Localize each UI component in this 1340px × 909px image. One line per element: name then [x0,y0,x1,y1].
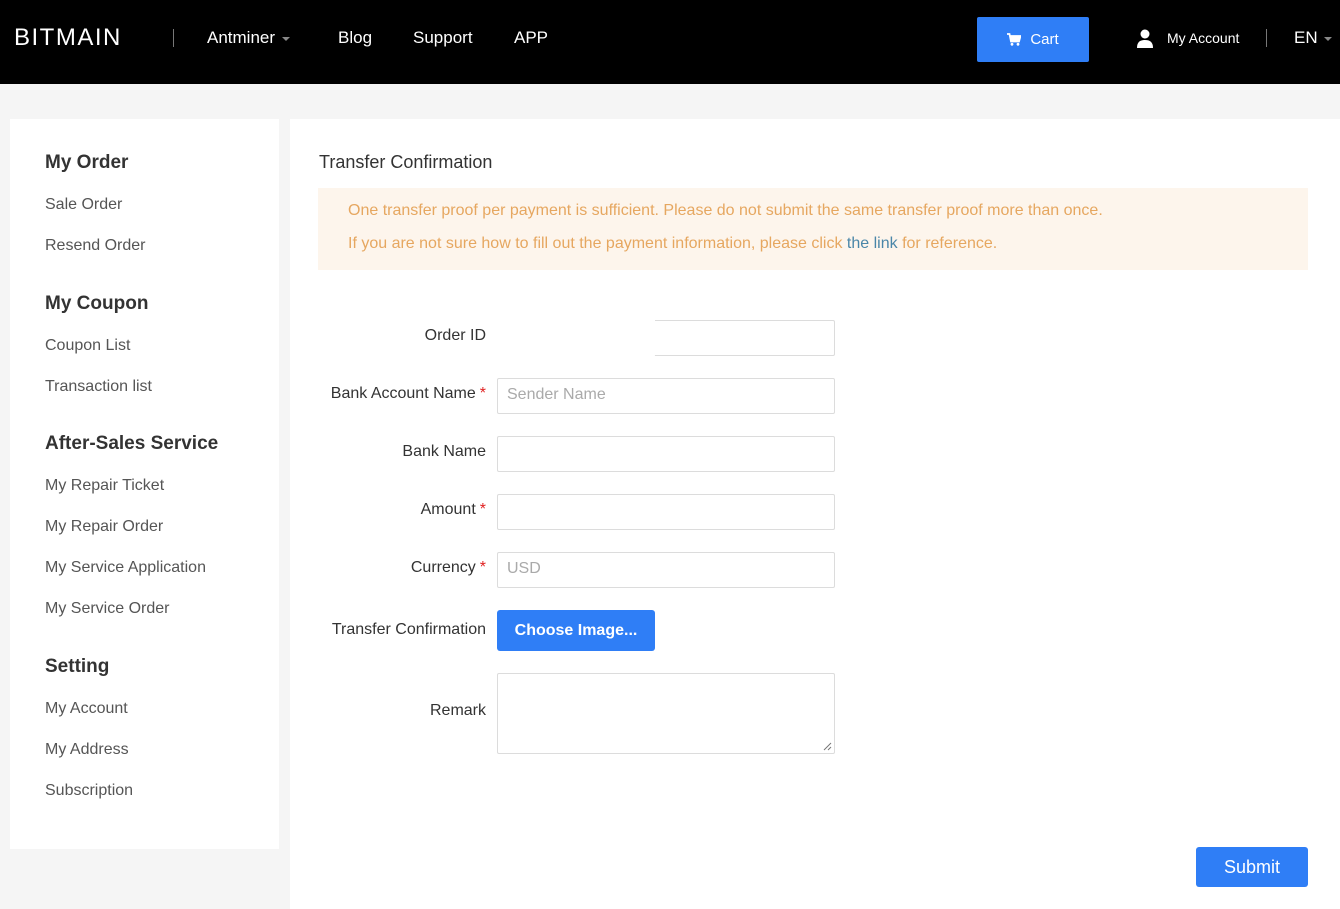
sidebar-group-after-sales: After-Sales Service [45,433,219,454]
caret-down-icon [282,36,291,41]
sidebar-item-my-account[interactable]: My Account [45,700,128,718]
required-marker: * [479,501,486,518]
notice-line-1: One transfer proof per payment is suffic… [348,202,1103,219]
sidebar-item-repair-ticket[interactable]: My Repair Ticket [45,477,164,495]
cart-button[interactable]: Cart [977,17,1089,62]
nav-support[interactable]: Support [413,28,473,48]
sidebar-item-repair-order[interactable]: My Repair Order [45,518,163,536]
remark-textarea[interactable] [497,673,835,754]
language-label: EN [1294,28,1318,47]
notice-banner: One transfer proof per payment is suffic… [318,188,1308,270]
sidebar-group-setting: Setting [45,656,110,677]
my-account-label: My Account [1167,30,1240,46]
notice-line-2: If you are not sure how to fill out the … [348,235,997,253]
bank-account-name-label-text: Bank Account Name [330,385,476,402]
redacted-order-id [495,315,655,357]
caret-down-icon [1323,36,1332,41]
sidebar-item-sale-order[interactable]: Sale Order [45,196,122,214]
sidebar-item-transaction-list[interactable]: Transaction list [45,378,152,396]
amount-label-text: Amount [420,501,476,518]
sidebar-item-service-order[interactable]: My Service Order [45,600,169,618]
nav-antminer-label: Antminer [207,28,276,47]
bank-account-name-field[interactable]: Sender Name [497,378,835,414]
resize-grip-icon[interactable] [823,742,832,751]
order-id-label: Order ID [424,327,486,344]
nav-app[interactable]: APP [514,28,548,48]
page-title: Transfer Confirmation [319,152,493,172]
sidebar-item-my-address[interactable]: My Address [45,741,129,759]
sidebar-group-my-order: My Order [45,152,129,173]
currency-field[interactable]: USD [497,552,835,588]
my-account-link[interactable]: My Account [1136,28,1239,48]
sidebar-group-my-coupon: My Coupon [45,293,149,314]
account-sidebar: My Order Sale Order Resend Order My Coup… [10,119,279,849]
top-header: BITMAIN Antminer Blog Support APP Cart M… [0,0,1340,84]
sidebar-item-resend-order[interactable]: Resend Order [45,237,146,255]
sidebar-item-coupon-list[interactable]: Coupon List [45,337,130,355]
bank-name-label: Bank Name [402,443,486,460]
required-marker: * [479,559,486,576]
transfer-confirmation-label: Transfer Confirmation [331,621,486,638]
currency-label: Currency * [296,559,486,577]
amount-label: Amount * [296,501,486,519]
header-divider [1266,29,1267,47]
sidebar-item-service-application[interactable]: My Service Application [45,559,206,577]
amount-field[interactable] [497,494,835,530]
bank-account-name-label: Bank Account Name * [296,385,486,403]
submit-button[interactable]: Submit [1196,847,1308,887]
notice-line-2-suffix: for reference. [897,235,998,252]
nav-blog[interactable]: Blog [338,28,372,48]
nav-antminer[interactable]: Antminer [207,28,291,48]
remark-label: Remark [429,702,486,719]
currency-label-text: Currency [410,559,476,576]
bank-name-field[interactable] [497,436,835,472]
currency-placeholder: USD [507,560,541,577]
cart-label: Cart [1030,31,1059,48]
user-icon [1137,29,1153,48]
required-marker: * [479,385,486,402]
bank-account-name-placeholder: Sender Name [507,386,606,403]
sidebar-item-subscription[interactable]: Subscription [45,782,133,800]
bitmain-logo[interactable]: BITMAIN [14,26,122,50]
header-divider [173,29,174,47]
notice-line-2-prefix: If you are not sure how to fill out the … [348,235,847,252]
reference-link[interactable]: the link [847,235,898,252]
language-selector[interactable]: EN [1294,28,1332,48]
transfer-confirmation-panel: Transfer Confirmation One transfer proof… [290,119,1340,909]
choose-image-button[interactable]: Choose Image... [497,610,655,651]
cart-icon [1007,33,1022,46]
